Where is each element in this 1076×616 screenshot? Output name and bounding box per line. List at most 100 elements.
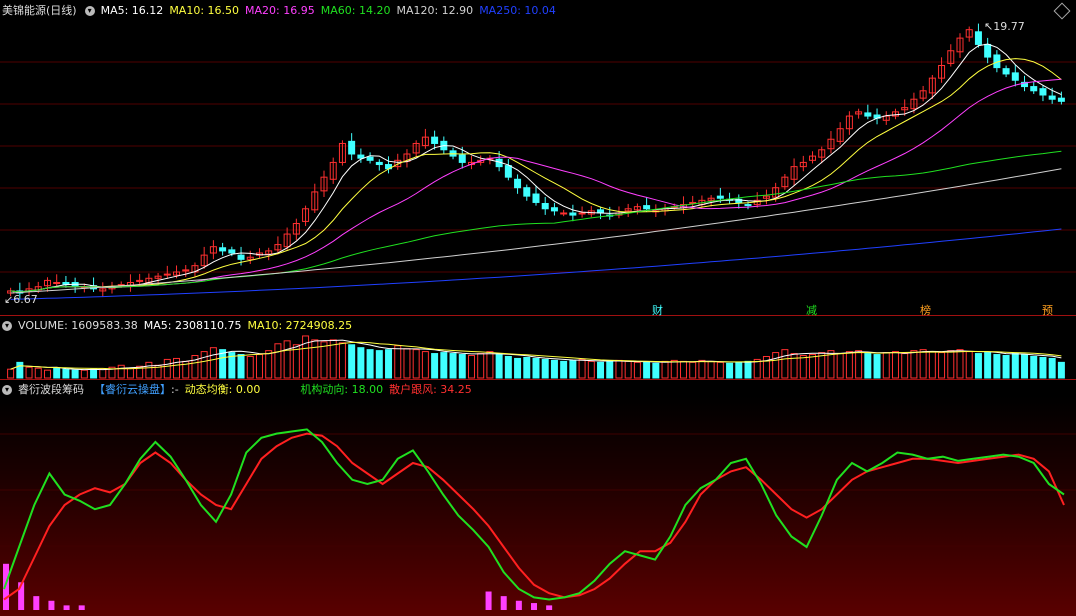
volume-bar xyxy=(836,353,844,379)
event-tag-yu[interactable]: 预 xyxy=(1042,302,1053,318)
high-price-value: 19.77 xyxy=(993,20,1025,33)
volume-bar xyxy=(790,353,798,379)
volume-bar xyxy=(633,361,641,379)
candle-body xyxy=(984,43,992,58)
volume-bar xyxy=(62,368,70,379)
candle-body xyxy=(504,165,512,178)
candle-body xyxy=(219,247,227,252)
volume-bar xyxy=(532,357,540,379)
volume-bar xyxy=(477,353,485,379)
volume-bar xyxy=(1030,355,1038,379)
volume-bar xyxy=(283,340,291,379)
volume-bar xyxy=(569,359,577,379)
high-price-label: ↖19.77 xyxy=(984,20,1025,33)
indicator-histogram-bar xyxy=(531,603,537,610)
volume-bar xyxy=(735,361,743,379)
volume-bar xyxy=(246,355,254,379)
event-tag-bang[interactable]: 榜 xyxy=(920,302,931,318)
candle-body xyxy=(458,154,466,163)
candle-body xyxy=(163,273,171,276)
volume-bar xyxy=(882,352,890,379)
candle-body xyxy=(431,136,439,144)
candle-body xyxy=(228,249,236,254)
event-tag-jian[interactable]: 减 xyxy=(806,302,817,318)
indicator-histogram-bar xyxy=(33,596,40,610)
indicator-histogram-bar xyxy=(48,600,55,610)
volume-bar xyxy=(707,360,715,379)
volume-bar xyxy=(993,354,1001,379)
volume-bar xyxy=(1057,361,1065,379)
volume-bar xyxy=(338,342,346,379)
volume-bar xyxy=(504,355,512,379)
volume-bar xyxy=(34,367,42,379)
indicator-histogram-bar xyxy=(78,605,85,610)
volume-bar xyxy=(974,353,982,379)
volume-bar xyxy=(126,367,134,379)
candle-body xyxy=(1002,68,1010,75)
chart-window: 美锦能源(日线) ▾ MA5: 16.12 MA10: 16.50 MA20: 16.9… xyxy=(0,0,1076,616)
volume-bar xyxy=(1011,353,1019,379)
indicator-histogram-bar xyxy=(485,591,492,610)
volume-bar xyxy=(320,341,328,379)
volume-bar xyxy=(99,368,107,379)
volume-bar xyxy=(984,352,992,379)
candle-body xyxy=(550,207,558,212)
chart-canvas xyxy=(0,23,1076,610)
volume-bar xyxy=(80,369,88,379)
volume-bar xyxy=(514,357,522,379)
volume-bar xyxy=(458,354,466,379)
volume-bar xyxy=(1039,356,1047,379)
volume-bar xyxy=(845,351,853,379)
volume-bar xyxy=(449,353,457,379)
volume-bar xyxy=(947,350,955,379)
volume-bar xyxy=(394,345,402,379)
volume-bar xyxy=(864,353,872,379)
ma60-line xyxy=(10,150,1062,293)
volume-bar xyxy=(643,361,651,379)
event-tag-cai[interactable]: 财 xyxy=(652,302,663,318)
candle-body xyxy=(716,195,724,199)
volume-bar xyxy=(1002,355,1010,379)
volume-bar xyxy=(357,347,365,379)
volume-bar xyxy=(403,348,411,379)
candle-body xyxy=(375,161,383,166)
volume-bar xyxy=(938,352,946,379)
volume-bar xyxy=(495,354,503,379)
candle-body xyxy=(523,187,531,197)
volume-bar xyxy=(624,360,632,379)
volume-bar xyxy=(726,362,734,379)
volume-bar xyxy=(209,347,217,379)
candle-body xyxy=(237,254,245,260)
volume-bar xyxy=(431,353,439,379)
volume-bar xyxy=(901,353,909,379)
volume-bar xyxy=(578,358,586,379)
volume-bar xyxy=(43,369,51,379)
volume-bar xyxy=(311,339,319,379)
ma250-line xyxy=(10,228,1062,300)
volume-bar xyxy=(1021,354,1029,379)
volume-bar xyxy=(855,350,863,379)
volume-bar xyxy=(560,360,568,379)
volume-bar xyxy=(523,356,531,379)
candle-body xyxy=(569,212,577,216)
volume-bar xyxy=(237,354,245,379)
volume-bar xyxy=(71,369,79,379)
volume-bar xyxy=(928,351,936,379)
volume-bar xyxy=(385,349,393,379)
volume-bar xyxy=(670,359,678,379)
volume-bar xyxy=(919,349,927,379)
volume-bar xyxy=(716,361,724,379)
volume-bar xyxy=(652,362,660,379)
volume-bar xyxy=(606,360,614,379)
volume-bar xyxy=(173,357,181,379)
volume-bar xyxy=(467,355,475,379)
volume-bar xyxy=(486,351,494,379)
candle-body xyxy=(864,112,872,117)
volume-bar xyxy=(348,344,356,379)
candle-body xyxy=(578,212,586,215)
low-price-value: 6.67 xyxy=(13,293,38,306)
volume-bar xyxy=(809,354,817,379)
volume-bar xyxy=(366,349,374,379)
volume-bar xyxy=(587,360,595,379)
volume-bar xyxy=(25,366,33,379)
